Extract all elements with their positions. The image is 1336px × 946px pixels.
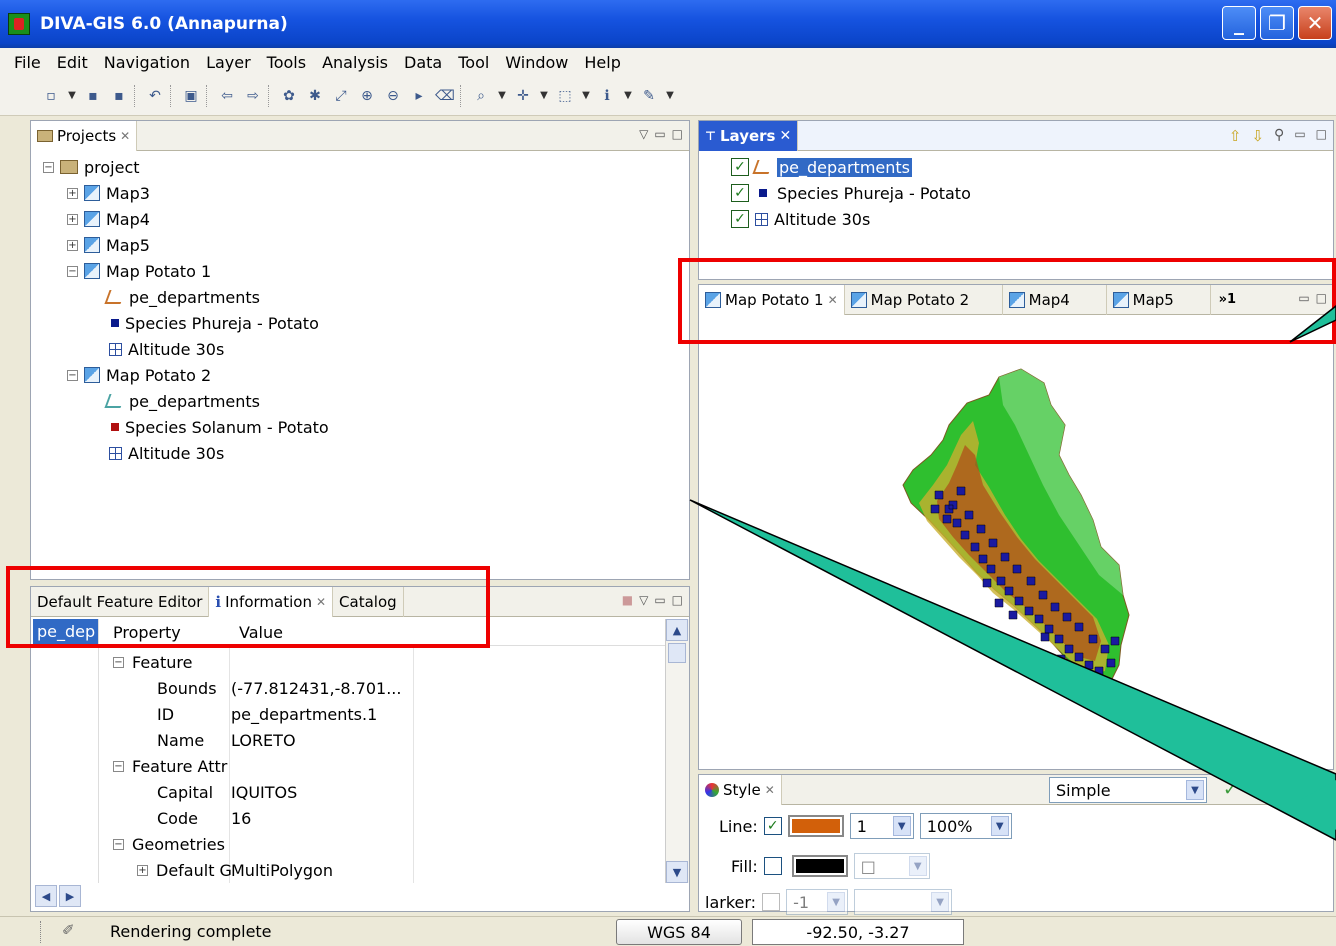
annotation-callout	[689, 305, 1336, 841]
callout-wedge-main	[689, 499, 1336, 841]
callout-wedge-top	[1289, 305, 1336, 343]
